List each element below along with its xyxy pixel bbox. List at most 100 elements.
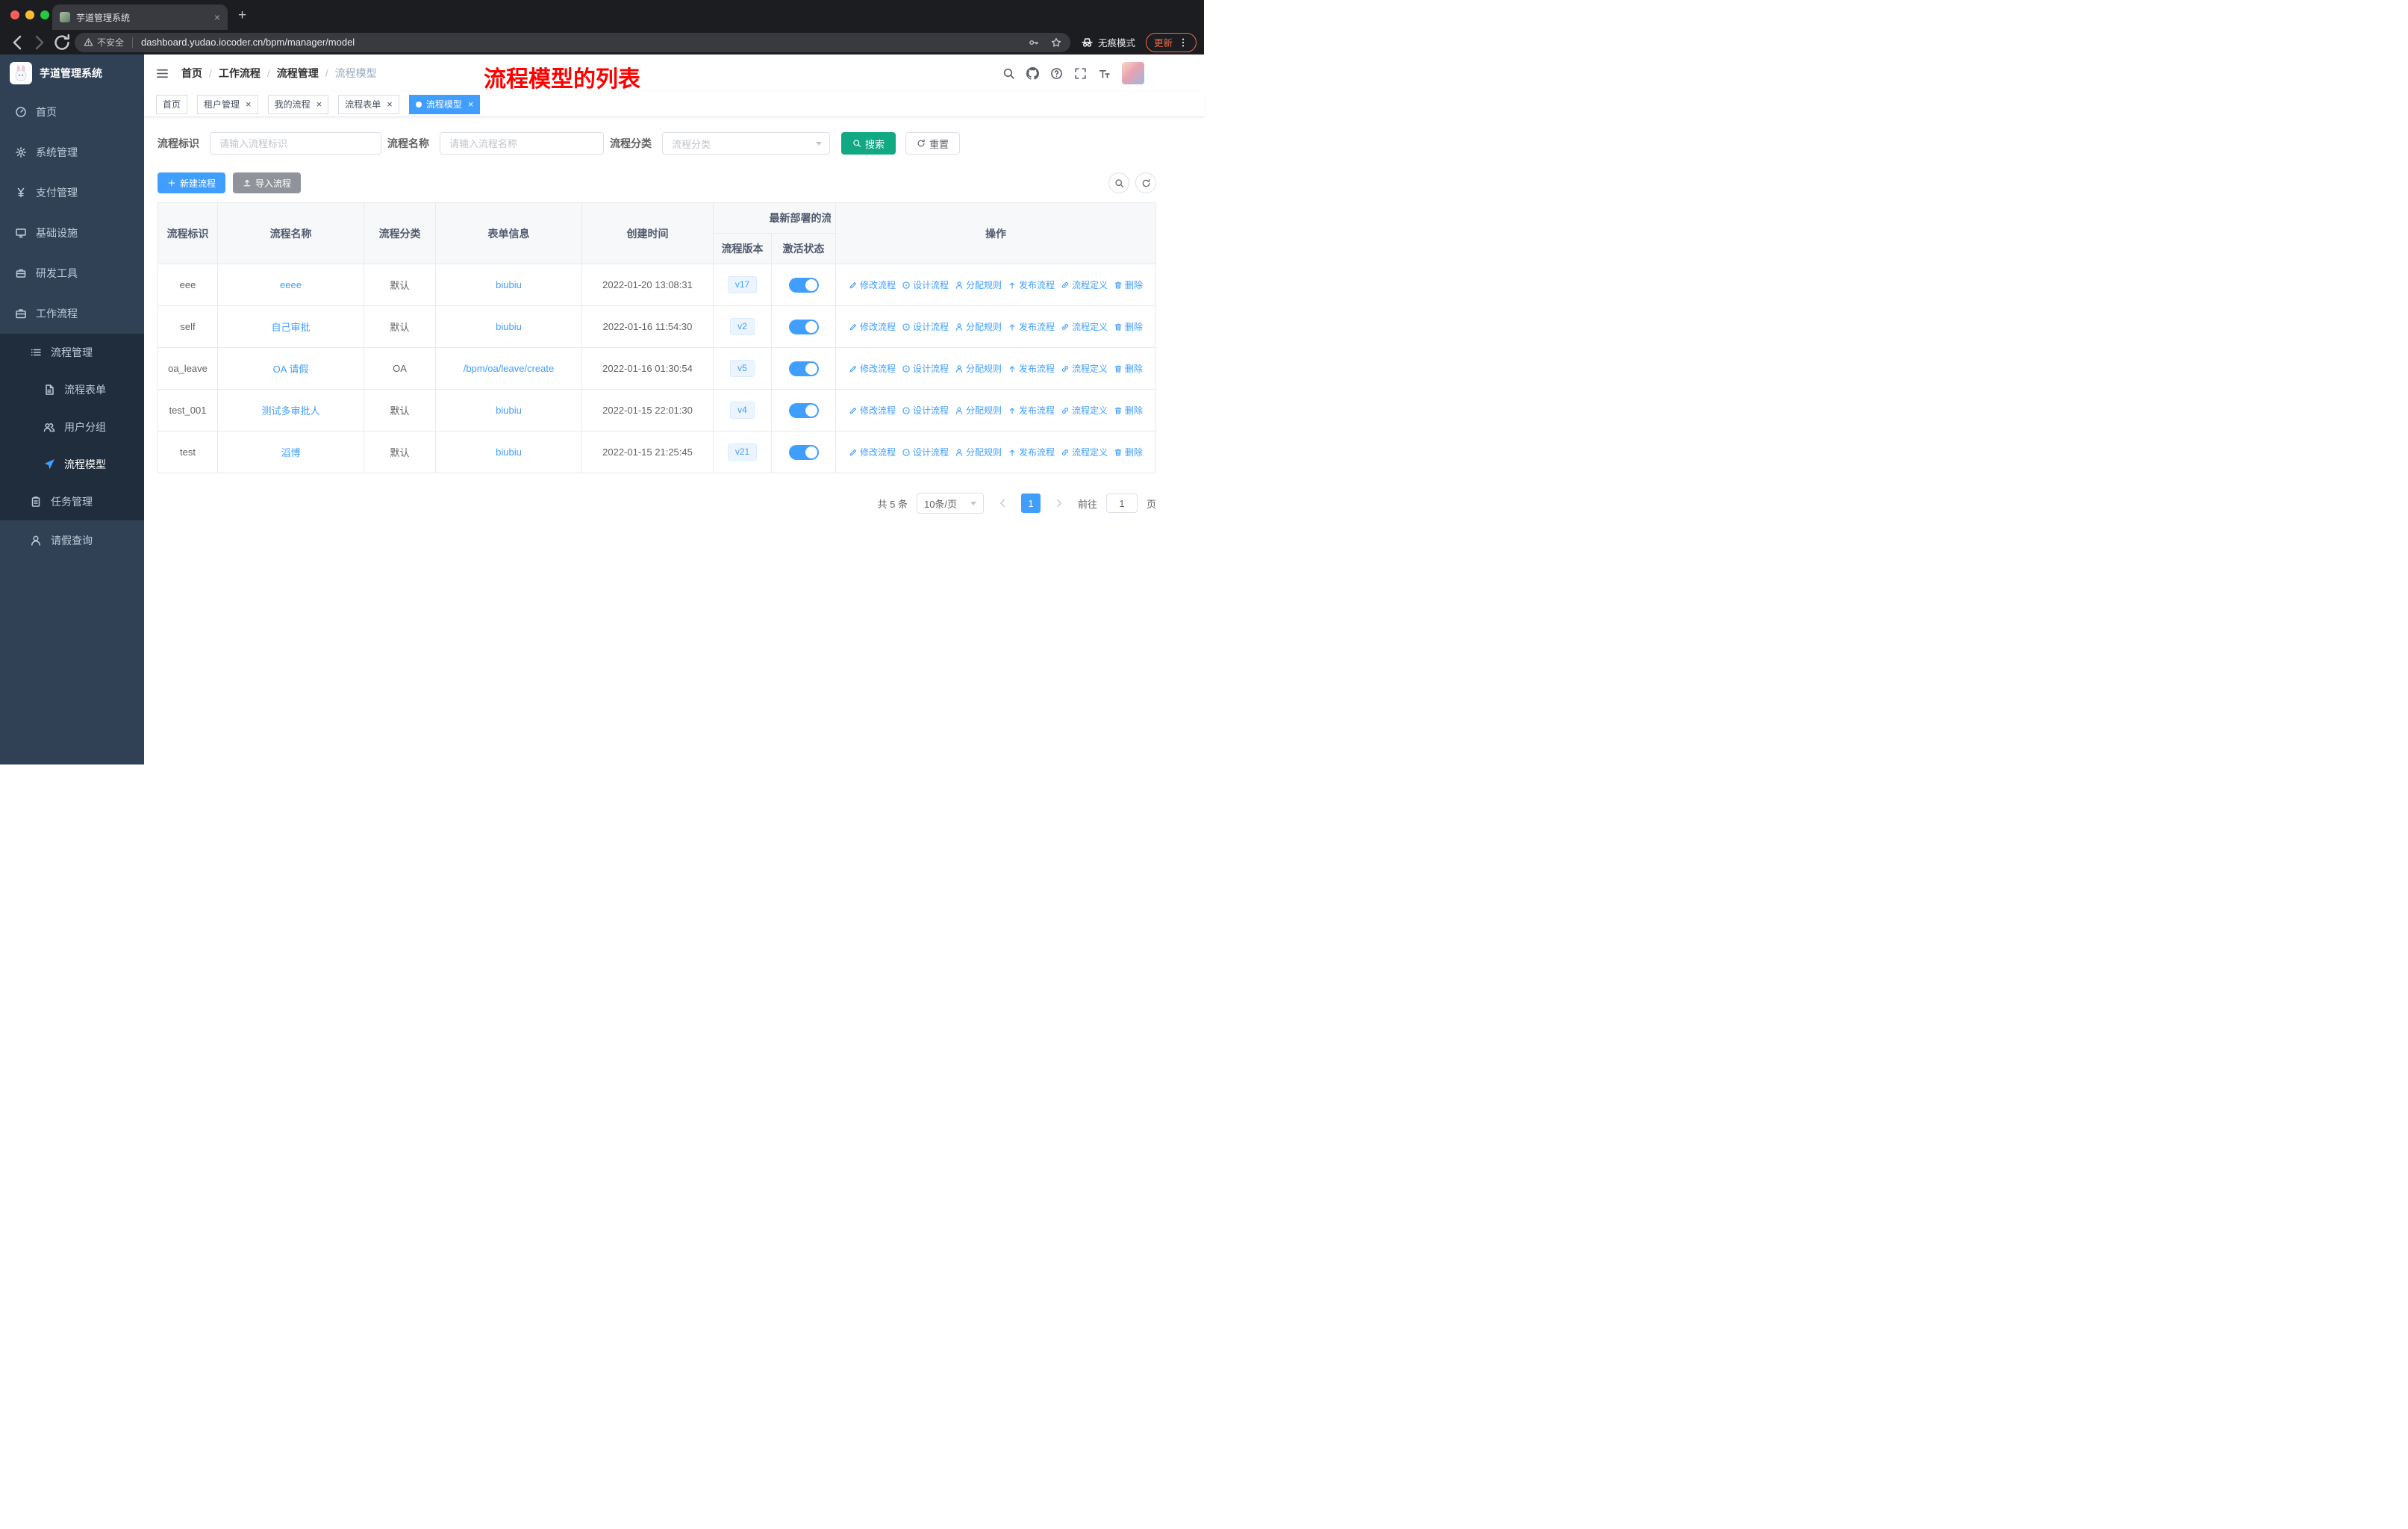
form-info-link[interactable]: biubiu	[496, 321, 522, 332]
action-delete[interactable]: 删除	[1114, 446, 1143, 458]
bookmark-star-icon[interactable]	[1051, 37, 1061, 48]
process-id-input[interactable]	[210, 132, 381, 155]
toggle-search-button[interactable]	[1108, 172, 1129, 193]
action-assign-rules[interactable]: 分配规则	[955, 278, 1002, 291]
new-tab-button[interactable]: +	[238, 7, 246, 24]
action-publish-process[interactable]: 发布流程	[1008, 362, 1055, 375]
action-delete[interactable]: 删除	[1114, 362, 1143, 375]
import-process-button[interactable]: 导入流程	[233, 172, 302, 193]
action-modify-process[interactable]: 修改流程	[849, 320, 896, 333]
view-tab[interactable]: 我的流程 ×	[267, 94, 329, 114]
action-delete[interactable]: 删除	[1114, 278, 1143, 291]
close-icon[interactable]: ×	[468, 99, 474, 110]
view-tab[interactable]: 首页	[156, 94, 188, 114]
version-badge[interactable]: v5	[730, 360, 755, 377]
sidebar-item-leave-query[interactable]: 请假查询	[0, 520, 144, 561]
action-assign-rules[interactable]: 分配规则	[955, 362, 1002, 375]
action-publish-process[interactable]: 发布流程	[1008, 404, 1055, 417]
update-button[interactable]: 更新	[1145, 32, 1197, 52]
header-search-icon[interactable]	[1002, 67, 1015, 80]
form-info-link[interactable]: /bpm/oa/leave/create	[464, 363, 554, 374]
action-design-process[interactable]: 设计流程	[902, 320, 949, 333]
goto-page-input[interactable]	[1105, 493, 1138, 513]
form-info-link[interactable]: biubiu	[496, 446, 522, 458]
page-size-select[interactable]: 10条/页	[916, 493, 984, 514]
sidebar-item-infra[interactable]: 基础设施	[0, 213, 144, 253]
close-icon[interactable]: ×	[387, 99, 393, 110]
create-process-button[interactable]: 新建流程	[157, 172, 226, 193]
browser-menu-icon[interactable]	[1178, 37, 1188, 48]
action-design-process[interactable]: 设计流程	[902, 404, 949, 417]
process-name-link[interactable]: 自己审批	[271, 322, 310, 333]
action-design-process[interactable]: 设计流程	[902, 446, 949, 458]
action-process-definition[interactable]: 流程定义	[1061, 404, 1108, 417]
window-close-button[interactable]	[10, 10, 19, 19]
action-design-process[interactable]: 设计流程	[902, 362, 949, 375]
sidebar-item-workflow[interactable]: 工作流程	[0, 293, 144, 334]
action-assign-rules[interactable]: 分配规则	[955, 320, 1002, 333]
close-icon[interactable]: ×	[246, 99, 252, 110]
breadcrumb-item[interactable]: 工作流程	[219, 66, 261, 81]
sidebar-item-task-mgmt[interactable]: 任务管理	[0, 483, 144, 520]
sidebar-item-process-model[interactable]: 流程模型	[0, 446, 144, 483]
search-button[interactable]: 搜索	[841, 132, 896, 155]
version-badge[interactable]: v17	[727, 276, 758, 293]
action-process-definition[interactable]: 流程定义	[1061, 446, 1108, 458]
browser-tab[interactable]: 芋道管理系统 ×	[52, 4, 228, 30]
sidebar-item-devtools[interactable]: 研发工具	[0, 253, 144, 293]
font-size-icon[interactable]	[1098, 67, 1111, 80]
user-avatar[interactable]	[1122, 62, 1144, 84]
close-icon[interactable]: ×	[316, 99, 322, 110]
form-info-link[interactable]: biubiu	[496, 279, 522, 290]
process-name-input[interactable]	[440, 132, 604, 155]
address-bar[interactable]: 不安全 dashboard.yudao.iocoder.cn/bpm/manag…	[75, 32, 1070, 52]
sidebar-item-process-mgmt[interactable]: 流程管理	[0, 334, 144, 371]
active-toggle[interactable]	[788, 277, 819, 293]
process-name-link[interactable]: OA 请假	[273, 364, 309, 375]
tab-close-icon[interactable]: ×	[214, 11, 220, 23]
back-button[interactable]	[7, 34, 27, 52]
action-delete[interactable]: 删除	[1114, 404, 1143, 417]
action-assign-rules[interactable]: 分配规则	[955, 404, 1002, 417]
sidebar-item-system[interactable]: 系统管理	[0, 132, 144, 172]
fullscreen-icon[interactable]	[1074, 67, 1087, 80]
sidebar-item-process-form[interactable]: 流程表单	[0, 371, 144, 408]
action-publish-process[interactable]: 发布流程	[1008, 320, 1055, 333]
action-publish-process[interactable]: 发布流程	[1008, 446, 1055, 458]
action-modify-process[interactable]: 修改流程	[849, 278, 896, 291]
reload-button[interactable]	[52, 34, 72, 52]
view-tab[interactable]: 租户管理 ×	[197, 94, 258, 114]
breadcrumb-item[interactable]: 流程管理	[277, 66, 319, 81]
active-toggle[interactable]	[788, 444, 819, 460]
form-info-link[interactable]: biubiu	[496, 405, 522, 416]
view-tab[interactable]: 流程表单 ×	[338, 94, 399, 114]
window-zoom-button[interactable]	[40, 10, 49, 19]
view-tab[interactable]: 流程模型 ×	[408, 94, 481, 114]
process-name-link[interactable]: 测试多审批人	[261, 405, 319, 417]
sidebar-item-user-group[interactable]: 用户分组	[0, 408, 144, 446]
action-publish-process[interactable]: 发布流程	[1008, 278, 1055, 291]
action-process-definition[interactable]: 流程定义	[1061, 278, 1108, 291]
prev-page-button[interactable]	[993, 493, 1012, 513]
version-badge[interactable]: v2	[730, 318, 755, 335]
action-modify-process[interactable]: 修改流程	[849, 446, 896, 458]
action-process-definition[interactable]: 流程定义	[1061, 320, 1108, 333]
action-design-process[interactable]: 设计流程	[902, 278, 949, 291]
active-toggle[interactable]	[788, 319, 819, 334]
password-key-icon[interactable]	[1029, 37, 1039, 48]
action-modify-process[interactable]: 修改流程	[849, 362, 896, 375]
forward-button[interactable]	[30, 34, 49, 52]
action-process-definition[interactable]: 流程定义	[1061, 362, 1108, 375]
next-page-button[interactable]	[1049, 493, 1069, 513]
window-minimize-button[interactable]	[25, 10, 34, 19]
sidebar-toggle-icon[interactable]	[155, 66, 169, 81]
active-toggle[interactable]	[788, 361, 819, 376]
security-indicator[interactable]: 不安全	[84, 36, 124, 49]
refresh-table-button[interactable]	[1135, 172, 1156, 193]
breadcrumb-item[interactable]: 首页	[181, 66, 202, 81]
version-badge[interactable]: v21	[727, 443, 758, 461]
action-assign-rules[interactable]: 分配规则	[955, 446, 1002, 458]
action-modify-process[interactable]: 修改流程	[849, 404, 896, 417]
version-badge[interactable]: v4	[730, 402, 755, 419]
category-select[interactable]: 流程分类	[662, 132, 830, 155]
